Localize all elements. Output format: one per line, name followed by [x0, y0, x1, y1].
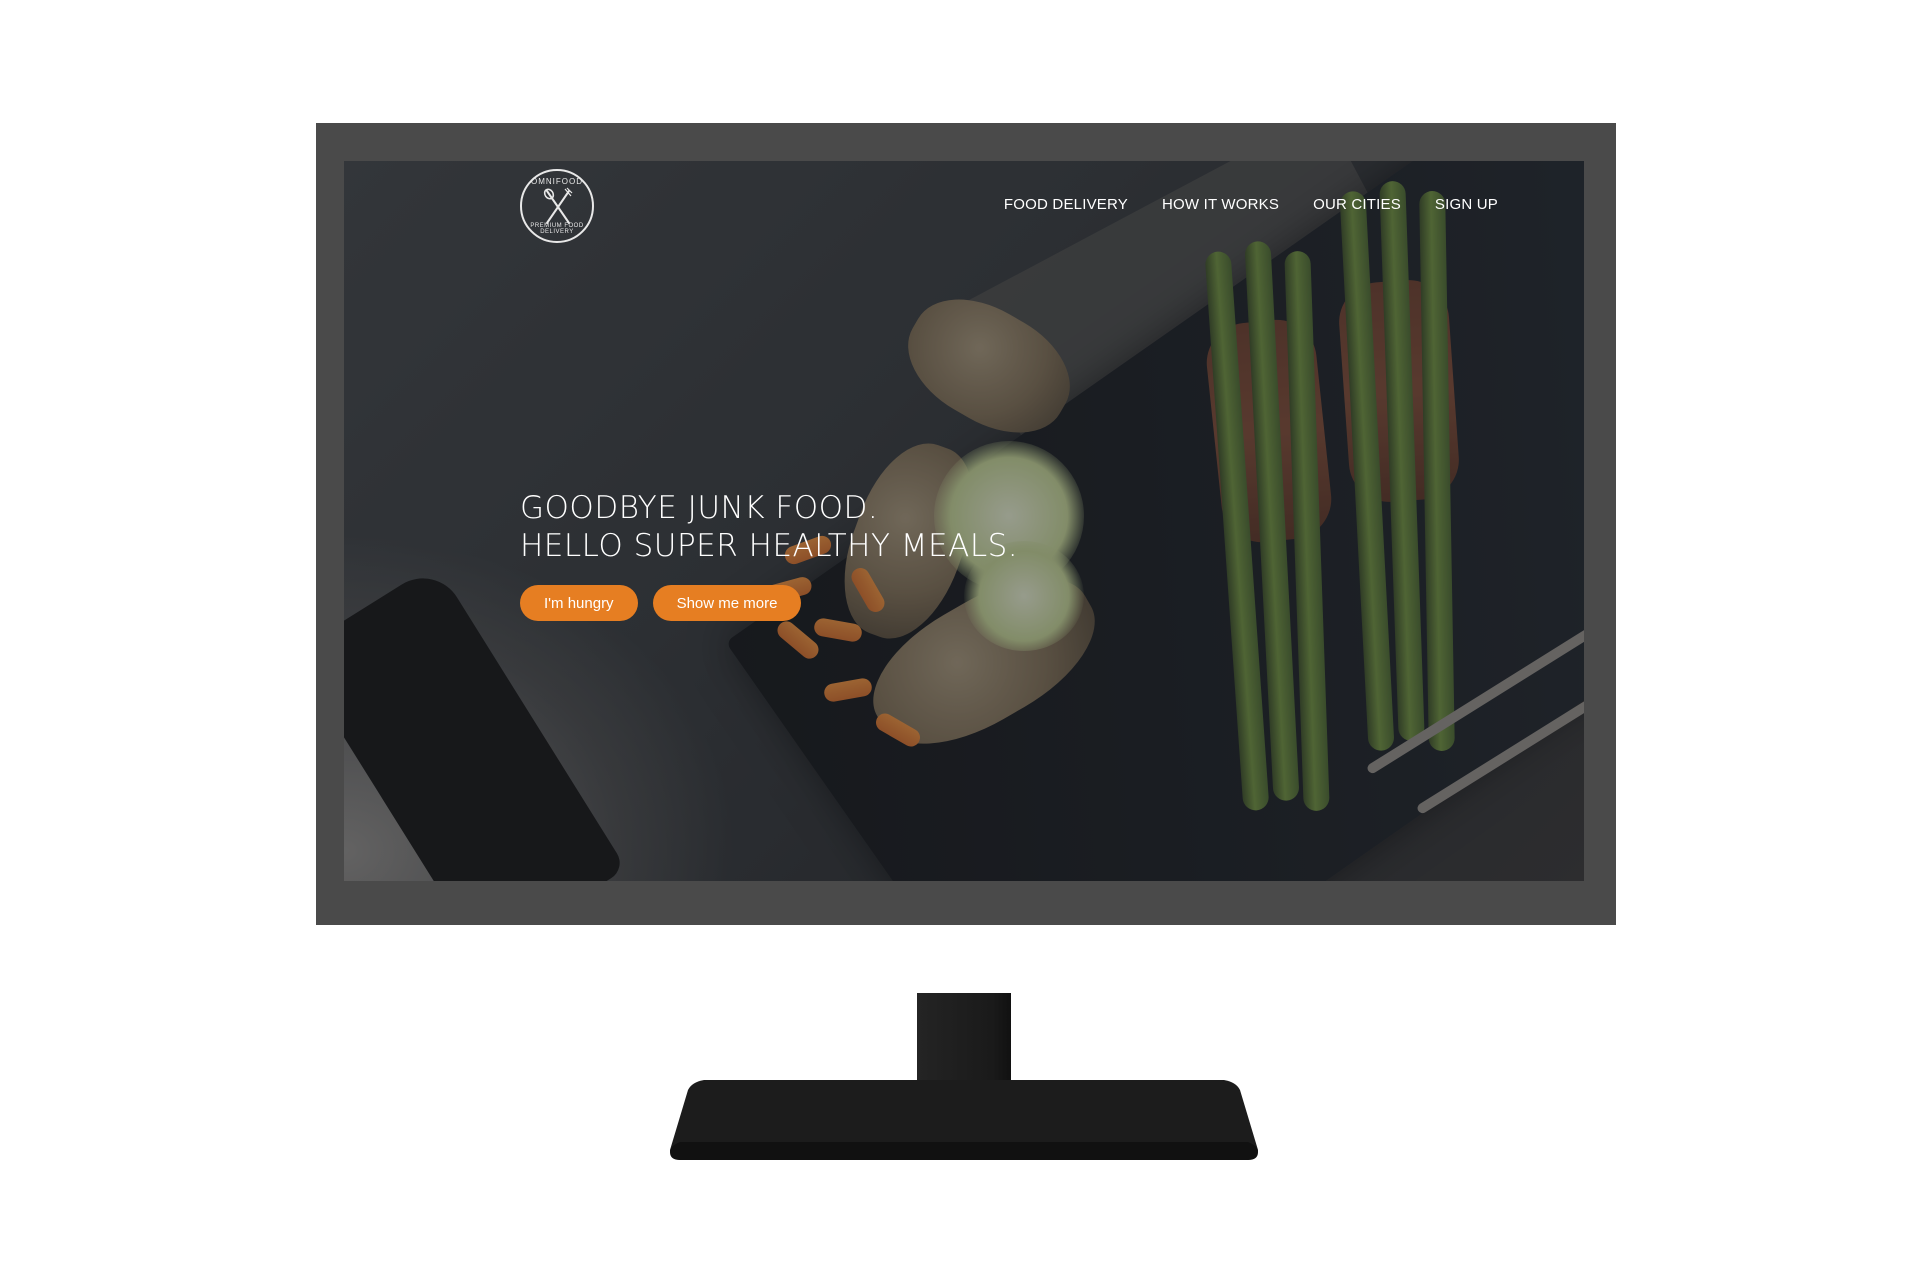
nav-link-food-delivery[interactable]: FOOD DELIVERY [1004, 196, 1128, 213]
im-hungry-button[interactable]: I'm hungry [520, 585, 638, 621]
hero-heading: GOODBYE JUNK FOOD. HELLO SUPER HEALTHY M… [520, 489, 1018, 565]
nav-link-sign-up[interactable]: SIGN UP [1435, 196, 1498, 213]
hero-buttons: I'm hungry Show me more [520, 585, 1018, 621]
omnifood-logo[interactable]: OMNIFOOD PREMIUM FOOD DELIVERY [520, 169, 594, 243]
hero-heading-line-2: HELLO SUPER HEALTHY MEALS. [520, 528, 1019, 564]
logo-tagline-text: PREMIUM FOOD DELIVERY [530, 223, 584, 235]
fork-and-spoon-icon [543, 187, 573, 224]
main-nav: FOOD DELIVERY HOW IT WORKS OUR CITIES SI… [964, 196, 1498, 213]
logo-brand-text: OMNIFOOD [531, 177, 583, 186]
nav-link-our-cities[interactable]: OUR CITIES [1313, 196, 1401, 213]
nav-link-how-it-works[interactable]: HOW IT WORKS [1162, 196, 1279, 213]
website-screen: OMNIFOOD PREMIUM FOOD DELIVERY FOOD DELI… [344, 161, 1584, 881]
monitor-frame: OMNIFOOD PREMIUM FOOD DELIVERY FOOD DELI… [316, 123, 1616, 925]
hero-text-box: GOODBYE JUNK FOOD. HELLO SUPER HEALTHY M… [520, 489, 1018, 621]
monitor-stand-base [670, 1080, 1258, 1160]
hero-heading-line-1: GOODBYE JUNK FOOD. [520, 490, 879, 526]
show-me-more-button[interactable]: Show me more [652, 585, 802, 621]
